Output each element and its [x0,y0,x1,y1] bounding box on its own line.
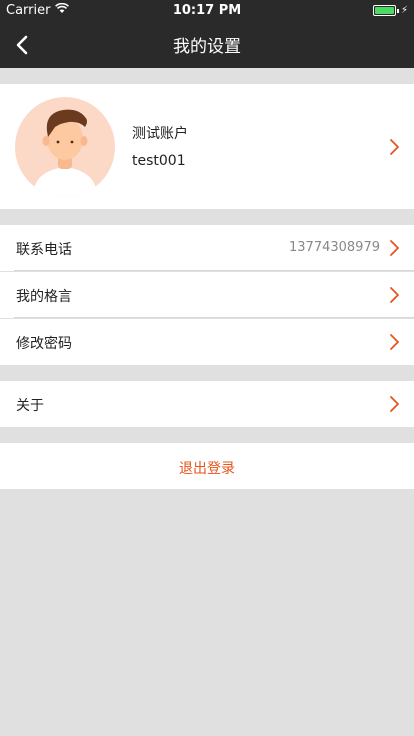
phone-row[interactable]: 联系电话 13774308979 [0,225,414,271]
profile-name: 测试账户 [132,126,188,142]
motto-row[interactable]: 我的格言 [0,272,414,318]
chevron-right-icon [390,139,399,155]
page-title: 我的设置 [173,37,241,57]
status-time: 10:17 PM [172,3,242,18]
profile-id: test001 [132,153,186,169]
divider [14,317,414,318]
password-row[interactable]: 修改密码 [0,319,414,365]
about-row[interactable]: 关于 [0,381,414,427]
phone-value: 13774308979 [289,240,380,255]
divider [14,270,414,271]
logout-label: 退出登录 [179,461,235,477]
battery-icon: ⚡ [372,5,408,16]
password-label: 修改密码 [16,336,72,352]
profile-card[interactable]: 测试账户 test001 [0,84,414,209]
chevron-right-icon [390,287,399,303]
motto-label: 我的格言 [16,289,72,305]
battery-fill [374,7,394,14]
chevron-right-icon [390,240,399,256]
nav-bar: 我的设置 [0,22,414,68]
logout-button[interactable]: 退出登录 [0,443,414,489]
chevron-right-icon [390,396,399,412]
charging-icon: ⚡ [400,5,408,16]
phone-label: 联系电话 [16,242,72,258]
status-bar: Carrier 10:17 PM ⚡ [0,0,414,22]
avatar [15,97,115,197]
about-label: 关于 [16,398,44,414]
chevron-right-icon [390,334,399,350]
